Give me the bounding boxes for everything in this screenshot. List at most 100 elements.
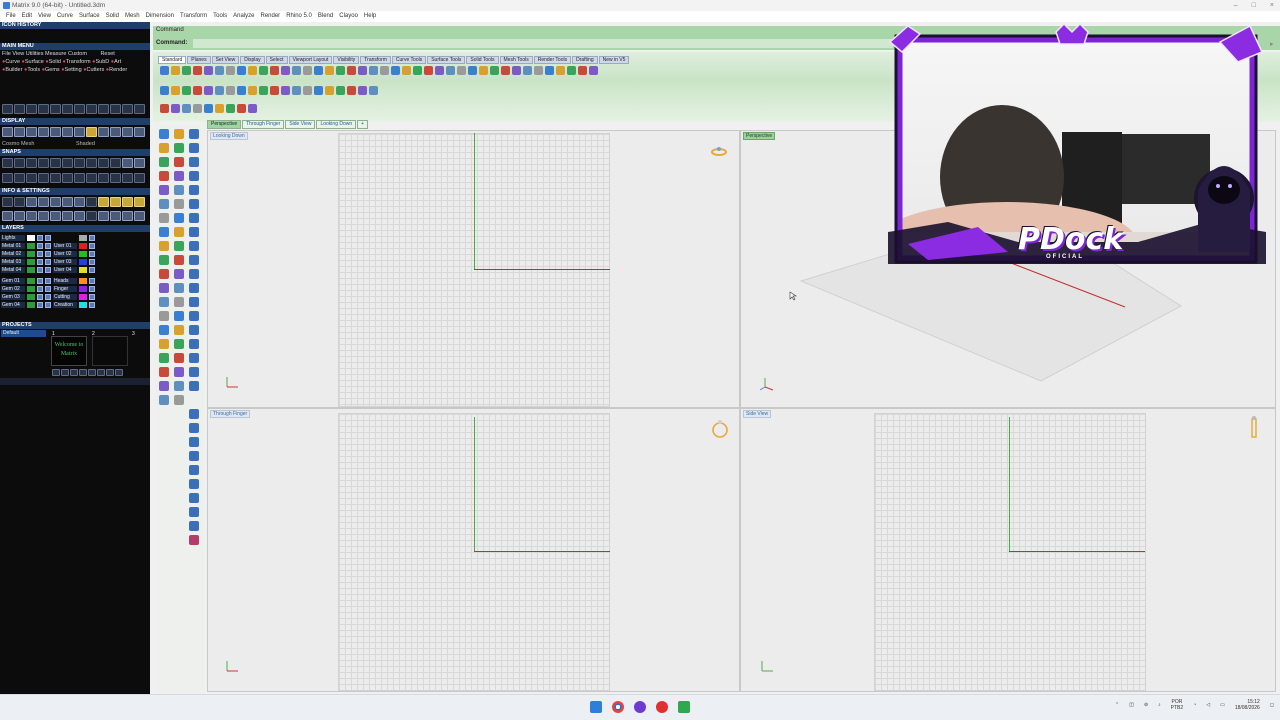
snap-icon[interactable] xyxy=(98,158,109,168)
tray-battery-icon[interactable]: ▭ xyxy=(1220,702,1225,708)
settings-icon[interactable] xyxy=(74,197,85,207)
palette-tool-icon[interactable] xyxy=(189,507,199,517)
layer-color-swatch[interactable] xyxy=(27,293,35,300)
tab-render-tools[interactable]: Render Tools xyxy=(533,56,572,64)
project-control-icon[interactable] xyxy=(88,369,96,376)
toolbar-tool-icon[interactable] xyxy=(523,66,532,75)
palette-tool-icon[interactable] xyxy=(159,381,169,391)
vp-tab-looking-down[interactable]: Looking Down xyxy=(316,120,357,129)
menu-surface[interactable]: Surface xyxy=(76,11,103,22)
mm-tools[interactable]: Tools xyxy=(27,67,40,73)
layer-visibility-toggle[interactable] xyxy=(89,258,95,265)
layer-color-swatch[interactable] xyxy=(27,242,35,249)
tab-curve-tools[interactable]: Curve Tools xyxy=(391,56,427,64)
tool-icon[interactable] xyxy=(134,104,145,114)
tool-icon[interactable] xyxy=(38,104,49,114)
toolbar-tool-icon[interactable] xyxy=(336,66,345,75)
viewport-label[interactable]: Through Finger xyxy=(210,410,251,418)
menu-mesh[interactable]: Mesh xyxy=(122,11,143,22)
snap-icon[interactable] xyxy=(26,158,37,168)
layer-name[interactable]: Gem 01 xyxy=(1,277,25,284)
tab-standard[interactable]: Standard xyxy=(158,56,187,64)
viewport-label[interactable]: Looking Down xyxy=(210,132,248,140)
layer-name[interactable]: Lights xyxy=(1,234,25,241)
settings-icon[interactable] xyxy=(62,197,73,207)
maximize-button[interactable]: □ xyxy=(1252,0,1256,11)
mm-custom[interactable]: Custom xyxy=(68,51,87,57)
palette-tool-icon[interactable] xyxy=(174,255,184,265)
toolbar-tool-icon[interactable] xyxy=(182,104,191,113)
toolbar-tool-icon[interactable] xyxy=(215,66,224,75)
layer-name[interactable]: Cutting xyxy=(53,293,77,300)
palette-tool-icon[interactable] xyxy=(189,241,199,251)
toolbar-tool-icon[interactable] xyxy=(380,66,389,75)
toolbar-tool-icon[interactable] xyxy=(281,66,290,75)
palette-tool-icon[interactable] xyxy=(189,199,199,209)
mm-builder[interactable]: Builder xyxy=(5,67,22,73)
start-button-icon[interactable] xyxy=(590,701,602,713)
toolbar-tool-icon[interactable] xyxy=(259,66,268,75)
layer-visibility-toggle[interactable] xyxy=(37,242,43,249)
palette-tool-icon[interactable] xyxy=(159,185,169,195)
layer-row[interactable]: Metal 04 User 04 xyxy=(1,266,95,273)
display-icon[interactable] xyxy=(134,127,145,137)
toolbar-tool-icon[interactable] xyxy=(237,86,246,95)
display-icon[interactable] xyxy=(110,127,121,137)
layer-name[interactable]: User 01 xyxy=(53,242,77,249)
toolbar-tool-icon[interactable] xyxy=(435,66,444,75)
layer-name[interactable]: Metal 04 xyxy=(1,266,25,273)
snap-icon[interactable] xyxy=(122,173,133,183)
menu-help[interactable]: Help xyxy=(361,11,379,22)
mm-transform[interactable]: Transform xyxy=(66,59,91,65)
settings-icon[interactable] xyxy=(98,197,109,207)
menu-edit[interactable]: Edit xyxy=(19,11,35,22)
settings-icon[interactable] xyxy=(134,211,145,221)
shade-mode-field[interactable]: Shaded xyxy=(76,141,95,147)
notifications-icon[interactable]: ◻ xyxy=(1270,702,1274,708)
toolbar-tool-icon[interactable] xyxy=(248,66,257,75)
palette-tool-icon[interactable] xyxy=(159,129,169,139)
toolbar-tool-icon[interactable] xyxy=(193,66,202,75)
toolbar-tool-icon[interactable] xyxy=(347,66,356,75)
toolbar-tool-icon[interactable] xyxy=(325,66,334,75)
mm-measure[interactable]: Measure xyxy=(45,51,66,57)
snap-icon[interactable] xyxy=(38,173,49,183)
tool-icon[interactable] xyxy=(50,104,61,114)
layer-visibility-toggle[interactable] xyxy=(89,234,95,241)
language-indicator[interactable]: POR PTB2 xyxy=(1171,699,1184,711)
layer-row[interactable]: Gem 03 Cutting xyxy=(1,293,95,300)
snap-icon[interactable] xyxy=(122,158,133,168)
layer-visibility-toggle[interactable] xyxy=(37,285,43,292)
palette-tool-icon[interactable] xyxy=(189,213,199,223)
layer-color-swatch[interactable] xyxy=(27,301,35,308)
vp-tab-perspective[interactable]: Perspective xyxy=(207,120,242,129)
layer-visibility-toggle[interactable] xyxy=(37,234,43,241)
toolbar-tool-icon[interactable] xyxy=(193,104,202,113)
layer-visibility-toggle[interactable] xyxy=(89,266,95,273)
tab-new-in-v5[interactable]: New in V5 xyxy=(598,56,630,64)
settings-icon[interactable] xyxy=(14,211,25,221)
tab-mesh-tools[interactable]: Mesh Tools xyxy=(499,56,533,64)
toolbar-tool-icon[interactable] xyxy=(303,86,312,95)
layer-lock-toggle[interactable] xyxy=(45,242,51,249)
palette-tool-icon[interactable] xyxy=(189,521,199,531)
menu-render[interactable]: Render xyxy=(258,11,284,22)
display-icon[interactable] xyxy=(2,127,13,137)
toolbar-tool-icon[interactable] xyxy=(468,66,477,75)
tray-mic-icon[interactable]: ♪ xyxy=(1158,702,1161,708)
tool-icon[interactable] xyxy=(98,104,109,114)
palette-tool-icon[interactable] xyxy=(159,143,169,153)
layer-visibility-toggle[interactable] xyxy=(37,250,43,257)
tool-icon[interactable] xyxy=(86,104,97,114)
snap-icon[interactable] xyxy=(38,158,49,168)
snap-icon[interactable] xyxy=(86,173,97,183)
toolbar-tool-icon[interactable] xyxy=(248,86,257,95)
toolbar-tool-icon[interactable] xyxy=(446,66,455,75)
viewport-side-view[interactable]: Side View xyxy=(740,408,1276,692)
snap-icon[interactable] xyxy=(74,158,85,168)
toolbar-tool-icon[interactable] xyxy=(226,86,235,95)
layer-visibility-toggle[interactable] xyxy=(89,301,95,308)
settings-icon[interactable] xyxy=(26,211,37,221)
layer-row[interactable]: Lights xyxy=(1,234,95,241)
snap-icon[interactable] xyxy=(14,158,25,168)
